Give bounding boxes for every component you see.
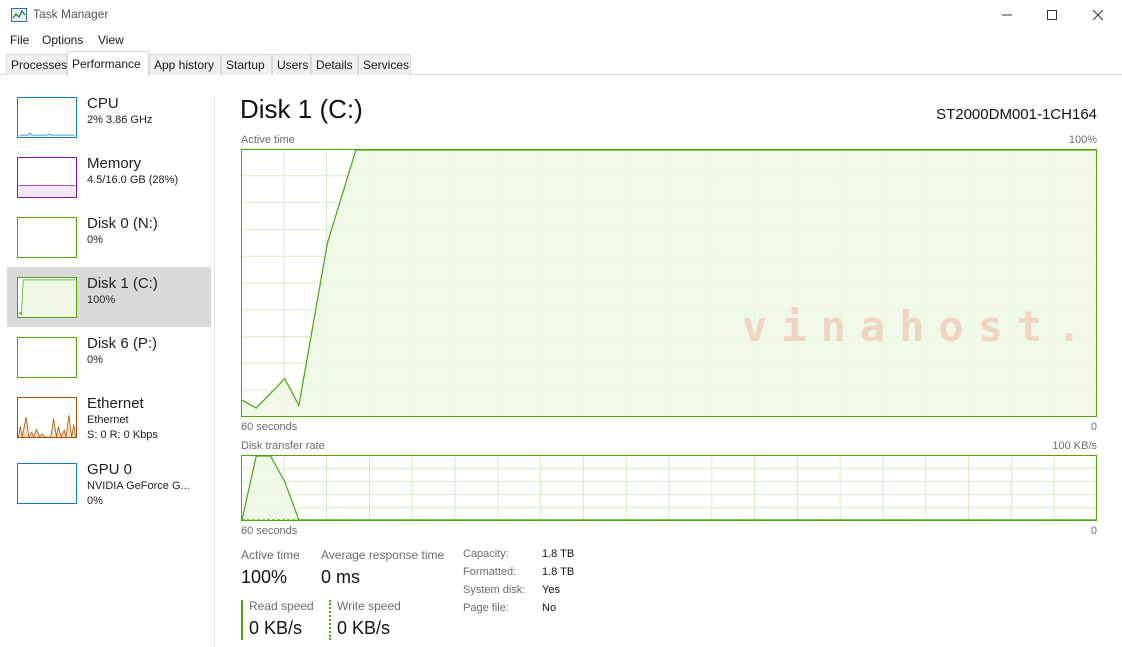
sidebar-item-label: CPU <box>87 95 119 112</box>
cpu-thumbnail-graph <box>17 97 77 138</box>
minimize-icon <box>1002 14 1012 16</box>
tab-performance[interactable]: Performance <box>67 51 149 76</box>
tab-app-history[interactable]: App history <box>149 54 221 75</box>
sidebar-item-label: Ethernet <box>87 395 144 412</box>
sidebar-item-label: Disk 0 (N:) <box>87 215 158 232</box>
sidebar-item-disk-1[interactable]: Disk 1 (C:) 100% <box>7 267 211 327</box>
menu-options[interactable]: Options <box>42 33 83 47</box>
tab-details[interactable]: Details <box>311 54 358 75</box>
avg-response-label: Average response time <box>321 548 445 562</box>
sidebar-item-ethernet[interactable]: Ethernet Ethernet S: 0 R: 0 Kbps <box>7 387 211 447</box>
minimize-button[interactable] <box>984 0 1030 30</box>
active-time-min-label: 0 <box>1090 421 1097 433</box>
ethernet-thumbnail-graph <box>17 397 77 438</box>
sidebar-item-disk-6[interactable]: Disk 6 (P:) 0% <box>7 327 211 387</box>
watermark: vinahost. <box>742 302 1096 351</box>
active-time-chart <box>241 149 1097 417</box>
write-speed-indicator <box>329 600 331 640</box>
sidebar-item-detail: 0% <box>87 354 103 366</box>
sidebar-item-label: Disk 6 (P:) <box>87 335 158 352</box>
formatted-value: 1.8 TB <box>542 566 575 578</box>
avg-response-value: 0 ms <box>321 567 361 587</box>
system-disk-value: Yes <box>542 584 560 596</box>
read-speed-label: Read speed <box>249 599 314 613</box>
sidebar-item-label: GPU 0 <box>87 461 133 478</box>
capacity-value: 1.8 TB <box>542 548 575 560</box>
active-time-stat-value: 100% <box>241 567 288 587</box>
transfer-rate-chart <box>241 455 1097 521</box>
page-file-label: Page file: <box>463 602 509 614</box>
disk-6-thumbnail-graph <box>17 337 77 378</box>
formatted-label: Formatted: <box>463 566 517 578</box>
sidebar-item-label: Memory <box>87 155 142 172</box>
tab-startup[interactable]: Startup <box>221 54 272 75</box>
sidebar-item-detail: 100% <box>87 294 116 306</box>
transfer-max-label: 100 KB/s <box>1052 440 1097 452</box>
sidebar-item-detail: NVIDIA GeForce G... <box>87 480 190 492</box>
transfer-min-label: 0 <box>1090 525 1097 537</box>
sidebar-item-detail: Ethernet <box>87 414 129 426</box>
menu-file[interactable]: File <box>10 33 29 47</box>
tab-strip: Processes Performance App history Startu… <box>0 51 1122 76</box>
active-time-chart-label: Active time <box>241 134 295 146</box>
menu-bar: File Options View <box>0 30 1122 50</box>
write-speed-value: 0 KB/s <box>337 618 391 638</box>
read-speed-indicator <box>241 600 243 640</box>
read-speed-value: 0 KB/s <box>249 618 303 638</box>
disk-1-thumbnail-graph <box>17 277 77 318</box>
sidebar-item-label: Disk 1 (C:) <box>87 275 158 292</box>
window-title: Task Manager <box>33 7 109 21</box>
system-disk-label: System disk: <box>463 584 526 596</box>
capacity-label: Capacity: <box>463 548 509 560</box>
sidebar-item-cpu[interactable]: CPU 2% 3.86 GHz <box>7 87 211 147</box>
tab-services[interactable]: Services <box>358 54 411 75</box>
sidebar-item-memory[interactable]: Memory 4.5/16.0 GB (28%) <box>7 147 211 207</box>
transfer-duration-label: 60 seconds <box>241 525 298 537</box>
page-file-value: No <box>542 602 557 614</box>
memory-thumbnail-graph <box>17 157 77 198</box>
gpu-thumbnail-graph <box>17 463 77 504</box>
sidebar-item-detail-2: S: 0 R: 0 Kbps <box>87 429 158 441</box>
maximize-icon <box>1047 10 1057 20</box>
active-time-stat-label: Active time <box>241 548 300 562</box>
sidebar-item-detail: 4.5/16.0 GB (28%) <box>87 174 179 186</box>
active-time-duration-label: 60 seconds <box>241 421 298 433</box>
write-speed-label: Write speed <box>337 599 401 613</box>
transfer-chart-label: Disk transfer rate <box>241 440 325 452</box>
tab-processes[interactable]: Processes <box>6 54 67 75</box>
sidebar-item-detail-2: 0% <box>87 495 103 507</box>
sidebar-item-detail: 2% 3.86 GHz <box>87 114 153 126</box>
task-manager-icon <box>11 8 27 22</box>
title-bar: Task Manager <box>0 0 1122 30</box>
series-area <box>242 150 1096 416</box>
sidebar-item-gpu-0[interactable]: GPU 0 NVIDIA GeForce G... 0% <box>7 453 211 513</box>
close-button[interactable] <box>1075 0 1121 30</box>
active-time-max-label: 100% <box>1068 134 1097 146</box>
maximize-button[interactable] <box>1029 0 1075 30</box>
close-icon <box>1093 10 1103 20</box>
page-title: Disk 1 (C:) <box>240 94 363 124</box>
performance-sidebar: CPU 2% 3.86 GHz Memory 4.5/16.0 GB (28%)… <box>0 75 214 647</box>
sidebar-divider <box>214 97 215 647</box>
sidebar-item-detail: 0% <box>87 234 103 246</box>
menu-view[interactable]: View <box>98 33 124 47</box>
tab-users[interactable]: Users <box>272 54 311 75</box>
disk-model: ST2000DM001-1CH164 <box>936 106 1097 123</box>
disk-0-thumbnail-graph <box>17 217 77 258</box>
sidebar-item-disk-0[interactable]: Disk 0 (N:) 0% <box>7 207 211 267</box>
